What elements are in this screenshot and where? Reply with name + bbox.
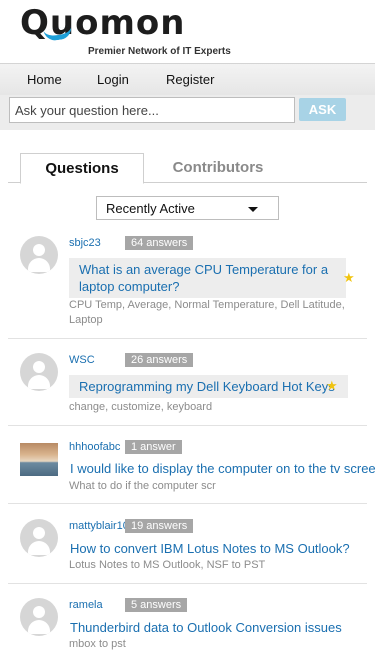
avatar-placeholder-icon[interactable]	[20, 353, 58, 391]
answers-badge: 26 answers	[125, 353, 194, 367]
answers-badge: 19 answers	[125, 519, 194, 533]
question-title-text: Reprogramming my Dell Keyboard Hot Keys	[79, 379, 335, 394]
quomon-logo[interactable]: Quomon Premier Network of IT Experts	[20, 6, 231, 57]
question-input[interactable]	[9, 97, 295, 123]
tags-line: Laptop	[69, 314, 103, 326]
avatar-head	[33, 244, 45, 256]
question-author[interactable]: ramela	[69, 599, 103, 611]
main-nav: Home Login Register	[0, 63, 375, 95]
divider	[8, 503, 367, 504]
question-title-line: laptop computer?	[79, 279, 180, 294]
tab-questions[interactable]: Questions	[20, 153, 144, 184]
avatar-placeholder-icon[interactable]	[20, 598, 58, 636]
star-icon: ★	[326, 378, 338, 393]
question-title[interactable]: How to convert IBM Lotus Notes to MS Out…	[70, 540, 350, 557]
ask-button[interactable]: ASK	[299, 98, 346, 121]
avatar-head	[33, 527, 45, 539]
question-author[interactable]: sbjc23	[69, 237, 101, 249]
question-tags: What to do if the computer scr	[69, 480, 216, 492]
question-author[interactable]: mattyblair10	[69, 520, 129, 532]
divider	[8, 338, 367, 339]
sort-selected: Recently Active	[106, 201, 195, 216]
divider	[8, 583, 367, 584]
divider	[8, 425, 367, 426]
avatar-body	[28, 375, 50, 389]
site-header: Quomon Premier Network of IT Experts	[0, 0, 375, 60]
nav-home[interactable]: Home	[27, 72, 62, 87]
avatar-head	[33, 361, 45, 373]
avatar-body	[28, 620, 50, 634]
tab-bar: Questions Contributors	[8, 153, 367, 184]
avatar-head	[33, 606, 45, 618]
avatar-body	[28, 258, 50, 272]
logo-tagline: Premier Network of IT Experts	[88, 46, 231, 57]
answers-badge: 5 answers	[125, 598, 188, 612]
search-bar: ASK	[0, 95, 375, 130]
avatar-placeholder-icon[interactable]	[20, 519, 58, 557]
answers-badge: 1 answer	[125, 440, 182, 454]
question-title[interactable]: I would like to display the computer on …	[70, 460, 375, 477]
question-author[interactable]: hhhoofabc	[69, 441, 120, 453]
question-tags: change, customize, keyboard	[69, 401, 213, 413]
avatar-body	[28, 541, 50, 555]
question-tags: Lotus Notes to MS Outlook, NSF to PST	[69, 559, 266, 571]
tags-line: CPU Temp, Average, Normal Temperature, D…	[69, 299, 345, 311]
question-title[interactable]: What is an average CPU Temperature for a…	[69, 258, 346, 298]
question-tags: mbox to pst	[69, 638, 126, 650]
answers-badge: 64 answers	[125, 236, 194, 250]
star-icon: ★	[343, 270, 355, 285]
avatar-placeholder-icon[interactable]	[20, 236, 58, 274]
question-author[interactable]: WSC	[69, 354, 95, 366]
caret-down-icon	[248, 207, 258, 212]
question-title[interactable]: Thunderbird data to Outlook Conversion i…	[70, 619, 342, 636]
question-tags: CPU Temp, Average, Normal Temperature, D…	[69, 298, 345, 328]
sort-dropdown[interactable]: Recently Active	[96, 196, 279, 220]
beach-photo[interactable]	[20, 443, 58, 476]
nav-register[interactable]: Register	[166, 72, 214, 87]
question-title[interactable]: Reprogramming my Dell Keyboard Hot Keys	[69, 375, 348, 398]
question-title-line: What is an average CPU Temperature for a	[79, 262, 329, 277]
tab-contributors[interactable]: Contributors	[148, 153, 288, 183]
nav-login[interactable]: Login	[97, 72, 129, 87]
